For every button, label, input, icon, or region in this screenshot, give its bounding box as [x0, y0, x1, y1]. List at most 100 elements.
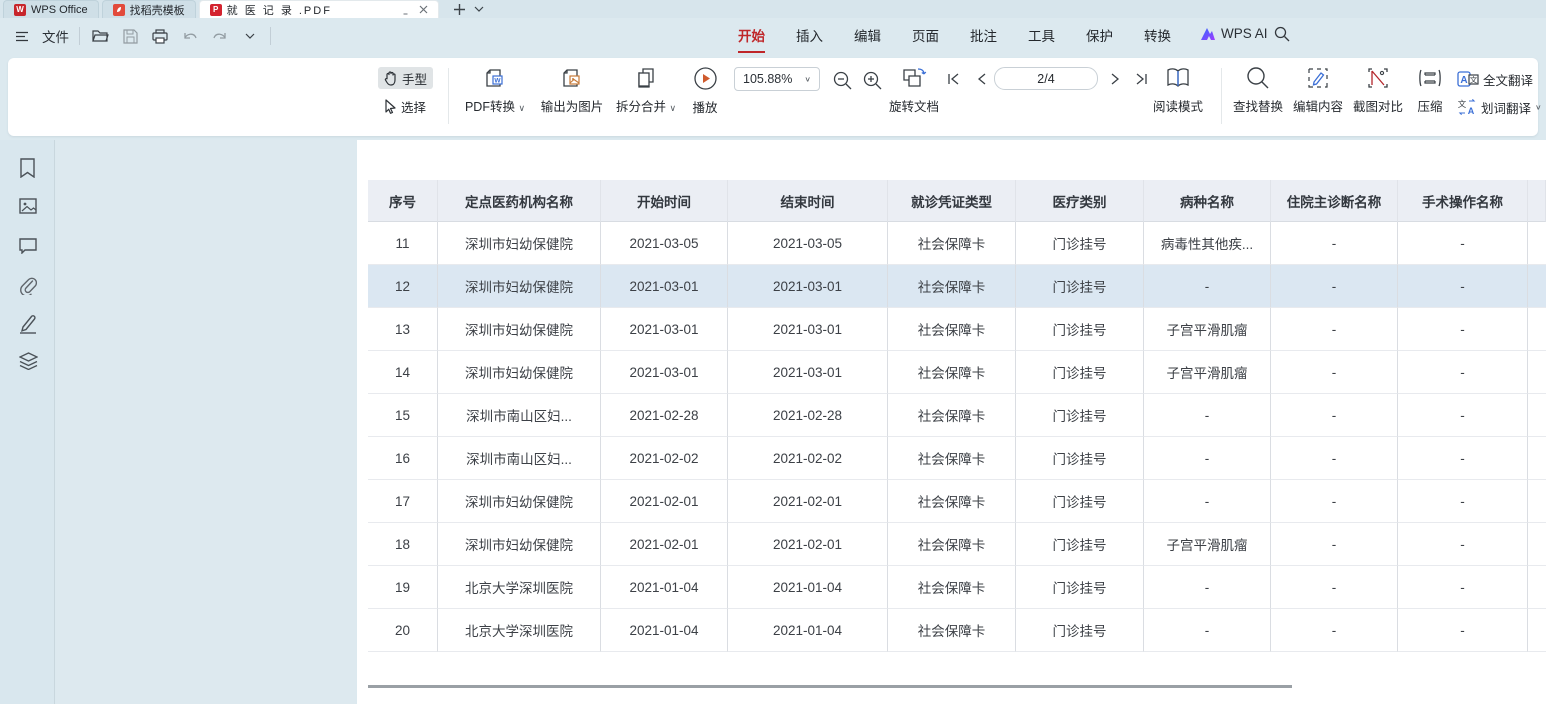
tab-list-chevron-icon[interactable] [474, 0, 484, 18]
table-cell-filler [1528, 222, 1546, 265]
table-cell: - [1398, 480, 1528, 523]
hamburger-menu-icon[interactable] [12, 26, 32, 46]
tab-label: 找稻壳模板 [130, 2, 185, 18]
table-cell: - [1398, 523, 1528, 566]
table-cell: 深圳市妇幼保健院 [438, 480, 601, 523]
tab-close-icon[interactable] [419, 5, 428, 14]
bookmark-icon[interactable] [19, 158, 36, 178]
table-cell: - [1271, 222, 1398, 265]
column-header: 就诊凭证类型 [888, 180, 1016, 222]
svg-text:W: W [494, 78, 501, 85]
table-cell: - [1271, 523, 1398, 566]
first-page-icon[interactable] [942, 68, 964, 90]
table-row[interactable]: 15深圳市南山区妇...2021-02-282021-02-28社会保障卡门诊挂… [368, 394, 1546, 437]
word-translate-button[interactable]: 文A 划词翻译 ∨ [1451, 96, 1546, 118]
signature-pen-icon[interactable] [19, 314, 37, 334]
table-cell: 深圳市南山区妇... [438, 437, 601, 480]
ribbon-tab-插入[interactable]: 插入 [796, 25, 823, 53]
svg-text:A: A [1460, 75, 1467, 86]
compress-icon [1417, 66, 1443, 90]
rotate-doc-label: 旋转文档 [889, 96, 939, 115]
table-cell: 2021-03-05 [601, 222, 728, 265]
print-icon[interactable] [150, 26, 170, 46]
file-menu[interactable]: 文件 [42, 26, 69, 46]
quick-access-chevron-icon[interactable] [240, 26, 260, 46]
table-cell: 门诊挂号 [1016, 222, 1144, 265]
play-label: 播放 [692, 97, 717, 116]
table-cell: 门诊挂号 [1016, 351, 1144, 394]
table-row[interactable]: 13深圳市妇幼保健院2021-03-012021-03-01社会保障卡门诊挂号子… [368, 308, 1546, 351]
table-cell: 社会保障卡 [888, 394, 1016, 437]
table-cell: 11 [368, 222, 438, 265]
divider [270, 27, 271, 45]
ribbon-tab-开始[interactable]: 开始 [738, 25, 765, 53]
table-cell: 门诊挂号 [1016, 566, 1144, 609]
table-row[interactable]: 16深圳市南山区妇...2021-02-022021-02-02社会保障卡门诊挂… [368, 437, 1546, 480]
read-mode-button[interactable]: 阅读模式 [1136, 66, 1220, 115]
table-cell: 深圳市妇幼保健院 [438, 222, 601, 265]
zoom-level-value: 105.88% [743, 72, 792, 86]
hand-icon [384, 71, 398, 86]
table-row[interactable]: 17深圳市妇幼保健院2021-02-012021-02-01社会保障卡门诊挂号-… [368, 480, 1546, 523]
tab-monitor-icon[interactable] [400, 5, 411, 15]
table-cell: 19 [368, 566, 438, 609]
pdf-convert-icon: W [483, 66, 507, 90]
ribbon-tab-批注[interactable]: 批注 [970, 25, 997, 53]
ribbon-tab-保护[interactable]: 保护 [1086, 25, 1113, 53]
menu-search-icon[interactable] [1274, 26, 1290, 42]
table-cell: - [1398, 222, 1528, 265]
comment-icon[interactable] [19, 238, 37, 254]
select-tool-button[interactable]: 选择 [378, 95, 432, 117]
prev-page-icon[interactable] [970, 68, 992, 90]
table-row[interactable]: 18深圳市妇幼保健院2021-02-012021-02-01社会保障卡门诊挂号子… [368, 523, 1546, 566]
table-row[interactable]: 12深圳市妇幼保健院2021-03-012021-03-01社会保障卡门诊挂号-… [368, 265, 1546, 308]
zoom-level-dropdown[interactable]: 105.88% ∨ [734, 67, 820, 91]
table-cell: 社会保障卡 [888, 480, 1016, 523]
redo-icon[interactable] [210, 26, 230, 46]
table-row[interactable]: 19北京大学深圳医院2021-01-042021-01-04社会保障卡门诊挂号-… [368, 566, 1546, 609]
ribbon-tab-转换[interactable]: 转换 [1144, 25, 1171, 53]
column-header: 定点医药机构名称 [438, 180, 601, 222]
undo-icon[interactable] [180, 26, 200, 46]
split-merge-icon [634, 66, 658, 90]
tab-pdf-document[interactable]: P 就 医 记 录 .PDF [199, 0, 439, 18]
table-cell: 门诊挂号 [1016, 437, 1144, 480]
page-number-input[interactable] [994, 67, 1098, 90]
svg-text:文: 文 [1458, 99, 1467, 109]
column-header: 医疗类别 [1016, 180, 1144, 222]
table-row[interactable]: 20北京大学深圳医院2021-01-042021-01-04社会保障卡门诊挂号-… [368, 609, 1546, 652]
attachment-icon[interactable] [19, 276, 37, 295]
pdf-file-icon: P [210, 4, 222, 16]
tab-wps-office[interactable]: W WPS Office [3, 0, 99, 18]
table-cell: 20 [368, 609, 438, 652]
ribbon-tab-编辑[interactable]: 编辑 [854, 25, 881, 53]
ribbon-tab-工具[interactable]: 工具 [1028, 25, 1055, 53]
table-cell: - [1271, 265, 1398, 308]
layers-icon[interactable] [19, 352, 38, 370]
new-tab-icon[interactable] [453, 0, 466, 18]
full-translate-button[interactable]: A文 全文翻译 [1451, 68, 1539, 90]
table-cell: 子宫平滑肌瘤 [1144, 523, 1271, 566]
screenshot-compare-icon [1366, 66, 1390, 90]
next-page-icon[interactable] [1104, 68, 1126, 90]
table-cell: - [1271, 351, 1398, 394]
split-merge-label: 拆分合并 [616, 100, 666, 114]
save-icon[interactable] [120, 26, 140, 46]
table-cell: - [1398, 351, 1528, 394]
hand-tool-button[interactable]: 手型 [378, 67, 433, 89]
table-row[interactable]: 11深圳市妇幼保健院2021-03-052021-03-05社会保障卡门诊挂号病… [368, 222, 1546, 265]
rotate-doc-icon [901, 66, 927, 90]
open-folder-icon[interactable] [90, 26, 110, 46]
column-header: 结束时间 [728, 180, 888, 222]
zoom-out-icon[interactable] [830, 68, 854, 92]
table-cell: 2021-03-05 [728, 222, 888, 265]
word-translate-label: 划词翻译 [1481, 98, 1531, 117]
table-cell: 2021-02-01 [728, 480, 888, 523]
ribbon-tab-页面[interactable]: 页面 [912, 25, 939, 53]
table-row[interactable]: 14深圳市妇幼保健院2021-03-012021-03-01社会保障卡门诊挂号子… [368, 351, 1546, 394]
wps-ai-button[interactable]: WPS AI [1200, 26, 1268, 41]
column-header: 住院主诊断名称 [1271, 180, 1398, 222]
thumbnail-icon[interactable] [19, 198, 37, 214]
tab-docer-templates[interactable]: 找稻壳模板 [102, 0, 196, 18]
navigation-panel[interactable] [56, 140, 356, 704]
